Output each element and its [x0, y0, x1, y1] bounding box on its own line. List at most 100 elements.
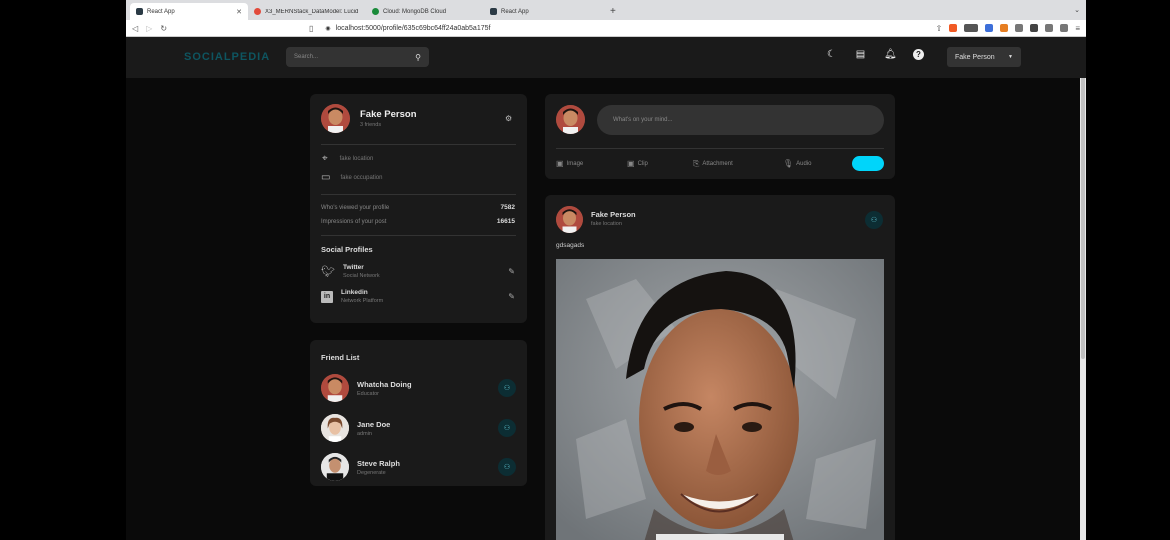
tab-search-icon[interactable]: ⌄ [1074, 6, 1080, 14]
share-icon[interactable]: ⇧ [936, 24, 943, 33]
linkedin-sub: Network Platform [341, 298, 384, 304]
user-info: Fake Person 3 friends [360, 109, 417, 128]
browser-tab-0[interactable]: React App ✕ [130, 3, 248, 20]
search-placeholder: Search... [294, 54, 319, 60]
avatar[interactable] [321, 414, 349, 442]
edit-icon[interactable]: ✎ [508, 267, 515, 276]
person-add-icon: ⚇ [870, 217, 878, 224]
search-icon[interactable]: ⚲ [415, 53, 421, 62]
mic-icon: 🎙︎ [783, 159, 794, 168]
friend-name[interactable]: Steve Ralph [357, 459, 400, 468]
friend-sub: Degenerate [357, 469, 386, 476]
logo[interactable]: SOCIALPEDIA [184, 51, 270, 63]
screen: React App ✕ X3_MERNStack_DataModel: Luci… [126, 0, 1086, 540]
friend-name[interactable]: Jane Doe [357, 420, 390, 429]
linkedin-name: Linkedin [341, 289, 368, 296]
tab-favicon-icon [136, 8, 143, 15]
post-input[interactable]: What's on your mind... [597, 105, 884, 135]
reload-icon[interactable]: ↻ [160, 24, 167, 33]
url-field[interactable]: ◉ localhost:5000/profile/635c69bc64ff24a… [325, 25, 490, 32]
impressions-label: Impressions of your post [321, 218, 387, 225]
user-select[interactable]: Fake Person ▼ [947, 47, 1021, 67]
browser-addressbar: ◁ ▷ ↻ ▯ ◉ localhost:5000/profile/635c69b… [126, 20, 1086, 37]
viewed-row: Who's viewed your profile 7582 [321, 204, 515, 211]
navbar: SOCIALPEDIA Search... ⚲ ☾ ▤ 🔔︎ ? Fake Pe… [126, 37, 1086, 78]
location-row: ⌖ fake location [322, 153, 373, 164]
audio-option[interactable]: 🎙︎ Audio [783, 159, 812, 168]
user-widget: Fake Person 3 friends ⚙ ⌖ fake location … [310, 94, 527, 323]
impressions-value: 16615 [496, 218, 515, 225]
site-info-icon[interactable]: ◉ [325, 25, 330, 32]
linkedin-row: in Linkedin Network Platform ✎ [321, 289, 515, 304]
tab-label: React App [147, 8, 175, 15]
nav-icons: ☾ ▤ 🔔︎ ? [826, 49, 924, 60]
menu-icon[interactable]: ≡ [1075, 24, 1080, 33]
post-image [556, 259, 884, 540]
new-tab-button[interactable]: + [602, 3, 624, 20]
search-input[interactable]: Search... ⚲ [286, 47, 429, 67]
url-text: localhost:5000/profile/635c69bc64ff24a0a… [335, 24, 491, 32]
bookmark-icon[interactable]: ▯ [309, 24, 313, 33]
divider [321, 144, 516, 145]
twitter-name: Twitter [342, 264, 364, 271]
add-friend-button[interactable]: ⚇ [865, 211, 883, 229]
message-icon[interactable]: ▤ [855, 49, 866, 60]
avatar[interactable] [556, 105, 585, 134]
notification-icon[interactable]: 🔔︎ [884, 49, 897, 60]
remove-friend-button[interactable]: ⚇ [498, 379, 516, 397]
twitter-sub: Social Network [342, 273, 380, 279]
friend-info: Steve Ralph Degenerate [357, 459, 400, 476]
avatar[interactable] [321, 374, 349, 402]
post-author[interactable]: Fake Person [591, 210, 636, 219]
puzzle-icon[interactable] [1030, 24, 1039, 32]
friend-row: Steve Ralph Degenerate ⚇ [321, 453, 516, 481]
post-input-placeholder: What's on your mind... [613, 117, 673, 123]
sidebar-icon[interactable] [1045, 24, 1054, 32]
image-option[interactable]: ▣ Image [556, 159, 583, 168]
extension-icon[interactable] [1015, 24, 1024, 32]
portrait-photo [556, 259, 884, 540]
dark-mode-icon[interactable]: ☾ [826, 49, 837, 60]
help-icon[interactable]: ? [913, 49, 924, 60]
browser-tab-3[interactable]: React App [484, 3, 602, 20]
divider [556, 148, 884, 149]
friend-name[interactable]: Whatcha Doing [357, 380, 412, 389]
browser-tab-2[interactable]: Cloud: MongoDB Cloud [366, 3, 484, 20]
linkedin-icon: in [321, 290, 333, 303]
brave-shield-icon[interactable] [949, 24, 958, 32]
wallet-icon[interactable] [1060, 24, 1069, 32]
briefcase-icon: ▭ [321, 172, 331, 183]
friend-row: Whatcha Doing Educator ⚇ [321, 374, 516, 402]
forward-icon[interactable]: ▷ [146, 24, 152, 33]
manage-accounts-icon[interactable]: ⚙ [505, 114, 512, 123]
rewards-icon[interactable] [964, 24, 979, 32]
friend-row: Jane Doe admin ⚇ [321, 414, 516, 442]
user-friends-count: 3 friends [360, 122, 382, 128]
back-icon[interactable]: ◁ [132, 24, 138, 33]
avatar[interactable] [321, 104, 350, 133]
avatar[interactable] [321, 453, 349, 481]
metamask-icon[interactable] [1000, 24, 1009, 32]
user-name[interactable]: Fake Person [360, 109, 417, 120]
viewed-label: Who's viewed your profile [321, 204, 390, 211]
person-remove-icon: ⚇ [503, 385, 511, 392]
post-button[interactable] [852, 156, 884, 171]
clip-label: Clip [637, 160, 648, 167]
avatar[interactable] [556, 206, 583, 233]
tab-label: X3_MERNStack_DataModel: Lucid [265, 8, 359, 15]
tab-close-icon[interactable]: ✕ [236, 8, 242, 16]
create-post-widget: What's on your mind... ▣ Image ▣ Clip ⎘ Att… [545, 94, 895, 179]
remove-friend-button[interactable]: ⚇ [498, 419, 516, 437]
twitter-icon: 🐦︎ [321, 266, 335, 278]
clip-option[interactable]: ▣ Clip [627, 159, 648, 168]
attachment-option[interactable]: ⎘ Attachment [693, 159, 733, 169]
remove-friend-button[interactable]: ⚇ [498, 458, 516, 476]
page-scrollbar[interactable] [1080, 37, 1086, 540]
scrollbar-thumb[interactable] [1081, 39, 1085, 359]
image-label: Image [566, 160, 584, 167]
browser-tab-1[interactable]: X3_MERNStack_DataModel: Lucid [248, 3, 366, 20]
link-extension-icon[interactable] [985, 24, 994, 32]
image-icon: ▣ [556, 159, 564, 168]
edit-icon[interactable]: ✎ [508, 292, 515, 301]
gif-icon: ▣ [627, 159, 635, 168]
